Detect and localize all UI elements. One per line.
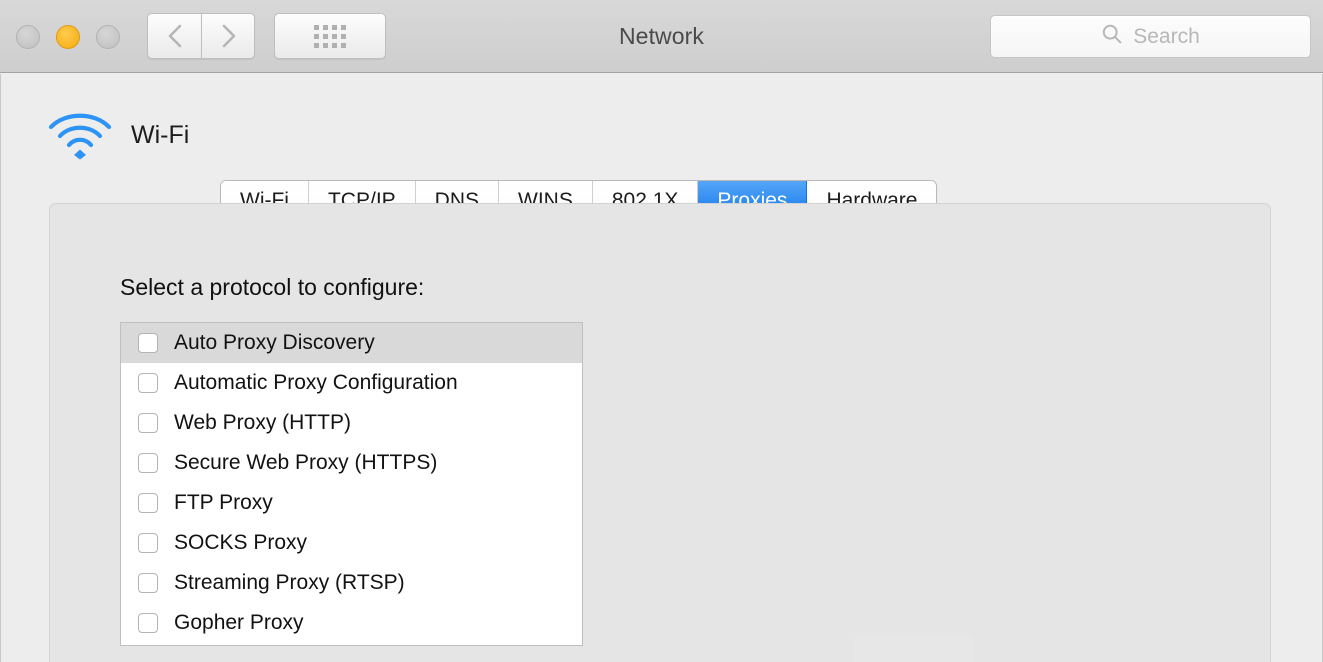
list-item-label: Secure Web Proxy (HTTPS) [174, 451, 437, 475]
list-item[interactable]: Secure Web Proxy (HTTPS) [121, 443, 582, 483]
list-item[interactable]: SOCKS Proxy [121, 523, 582, 563]
search-icon [1101, 23, 1123, 50]
list-item[interactable]: Automatic Proxy Configuration [121, 363, 582, 403]
network-preferences-window: Network Search [0, 0, 1323, 662]
checkbox-automatic-proxy-configuration[interactable] [138, 373, 158, 393]
checkbox-auto-proxy-discovery[interactable] [138, 333, 158, 353]
window-toolbar: Network Search [0, 0, 1323, 73]
checkbox-web-proxy-http[interactable] [138, 413, 158, 433]
search-input[interactable]: Search [990, 15, 1311, 58]
checkbox-streaming-proxy-rtsp[interactable] [138, 573, 158, 593]
list-item-label: SOCKS Proxy [174, 531, 307, 555]
interface-name: Wi-Fi [131, 121, 189, 150]
list-item-label: Gopher Proxy [174, 611, 304, 635]
protocol-list[interactable]: Auto Proxy Discovery Automatic Proxy Con… [120, 322, 583, 646]
list-item-label: Auto Proxy Discovery [174, 331, 375, 355]
checkbox-ftp-proxy[interactable] [138, 493, 158, 513]
list-item-label: Web Proxy (HTTP) [174, 411, 351, 435]
wifi-icon [45, 110, 115, 160]
list-item-label: Automatic Proxy Configuration [174, 371, 458, 395]
list-item[interactable]: Gopher Proxy [121, 603, 582, 643]
list-item[interactable]: FTP Proxy [121, 483, 582, 523]
list-item-label: FTP Proxy [174, 491, 273, 515]
checkbox-secure-web-proxy-https[interactable] [138, 453, 158, 473]
checkbox-gopher-proxy[interactable] [138, 613, 158, 633]
interface-header: Wi-Fi [45, 110, 189, 160]
proxies-pane: Select a protocol to configure: Auto Pro… [49, 203, 1271, 662]
window-body: Wi-Fi Wi-Fi TCP/IP DNS WINS 802.1X Proxi… [0, 74, 1323, 662]
list-item[interactable]: Auto Proxy Discovery [121, 323, 582, 363]
list-item[interactable]: Web Proxy (HTTP) [121, 403, 582, 443]
search-placeholder: Search [1133, 25, 1200, 49]
disabled-proxy-field [853, 636, 975, 662]
checkbox-socks-proxy[interactable] [138, 533, 158, 553]
list-item-label: Streaming Proxy (RTSP) [174, 571, 405, 595]
protocol-list-label: Select a protocol to configure: [120, 274, 424, 301]
list-item[interactable]: Streaming Proxy (RTSP) [121, 563, 582, 603]
